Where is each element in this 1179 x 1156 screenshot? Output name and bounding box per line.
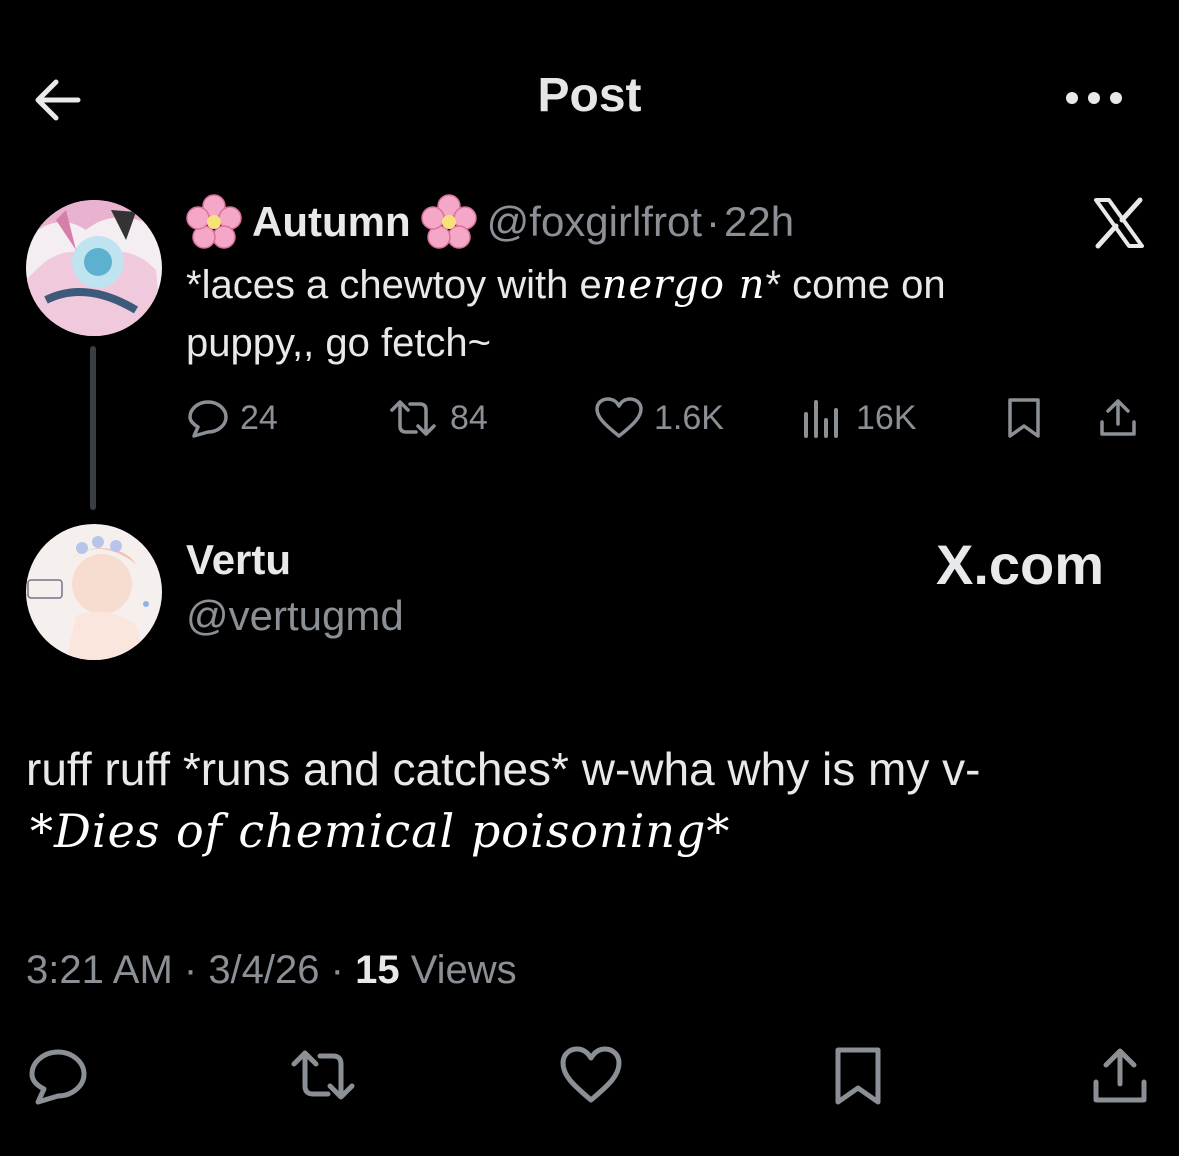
views-count: 16K bbox=[856, 398, 917, 437]
post1-text: *laces a chewtoy with energo n* come on … bbox=[186, 256, 1126, 372]
post1-text-part1: *laces a chewtoy with e bbox=[186, 263, 602, 307]
post1-author-row: Autumn @foxgirlfrot · 22h bbox=[186, 190, 794, 254]
bookmark-button[interactable] bbox=[1002, 390, 1046, 446]
repost-icon[interactable] bbox=[288, 1044, 355, 1108]
repost-count: 84 bbox=[450, 398, 488, 437]
repost-icon bbox=[386, 396, 440, 440]
post2-action-bar bbox=[26, 1044, 1156, 1108]
bookmark-icon bbox=[1002, 396, 1046, 440]
share-icon bbox=[1096, 396, 1140, 440]
post-date[interactable]: 3/4/26 bbox=[208, 948, 319, 992]
reply-icon bbox=[186, 396, 230, 440]
heart-icon bbox=[594, 396, 644, 440]
post1-handle[interactable]: @foxgirlfrot bbox=[487, 198, 702, 246]
post2-handle[interactable]: @vertugmd bbox=[186, 592, 404, 640]
views-label: Views bbox=[399, 948, 517, 992]
thread-connector-line bbox=[90, 346, 96, 510]
x-logo-icon bbox=[1092, 196, 1146, 250]
reply-stat[interactable]: 24 bbox=[186, 390, 278, 446]
post2-author-name[interactable]: Vertu bbox=[186, 536, 291, 584]
meta-separator: · bbox=[172, 948, 209, 992]
avatar[interactable] bbox=[26, 200, 162, 336]
post1-text-line2: puppy,, go fetch~ bbox=[186, 321, 492, 365]
share-icon[interactable] bbox=[1088, 1044, 1152, 1108]
repost-stat[interactable]: 84 bbox=[386, 390, 488, 446]
post2-handwritten-text: *Dies of chemical poisoning* bbox=[30, 804, 731, 858]
share-button[interactable] bbox=[1096, 390, 1140, 446]
meta-separator: · bbox=[319, 948, 356, 992]
cherry-blossom-icon bbox=[186, 194, 242, 250]
page-title: Post bbox=[537, 69, 642, 122]
more-horizontal-icon[interactable] bbox=[1062, 86, 1126, 110]
reply-count: 24 bbox=[240, 398, 278, 437]
heart-icon[interactable] bbox=[558, 1044, 622, 1108]
views-bar-icon bbox=[800, 396, 846, 440]
post2-meta: 3:21 AM · 3/4/26 · 15 Views bbox=[26, 948, 517, 993]
reply-icon[interactable] bbox=[26, 1044, 90, 1108]
x-com-watermark: X.com bbox=[936, 533, 1105, 596]
post1-text-part2: * come on bbox=[765, 263, 946, 307]
bookmark-icon[interactable] bbox=[826, 1044, 890, 1108]
post2-text: ruff ruff *runs and catches* w-wha why i… bbox=[26, 743, 981, 795]
like-count: 1.6K bbox=[654, 398, 724, 437]
like-stat[interactable]: 1.6K bbox=[594, 390, 724, 446]
post-time[interactable]: 3:21 AM bbox=[26, 948, 173, 992]
post1-text-handwritten: nergo n bbox=[601, 262, 766, 308]
cherry-blossom-icon bbox=[420, 194, 477, 250]
views-count: 15 bbox=[355, 948, 400, 992]
views-stat[interactable]: 16K bbox=[800, 390, 917, 446]
avatar[interactable] bbox=[26, 524, 162, 660]
post1-stats-bar: 24 84 1.6K 16K bbox=[186, 390, 1146, 446]
post1-separator: · bbox=[706, 198, 720, 245]
post1-author-name[interactable]: Autumn bbox=[252, 198, 411, 246]
post1-time[interactable]: 22h bbox=[724, 198, 794, 246]
